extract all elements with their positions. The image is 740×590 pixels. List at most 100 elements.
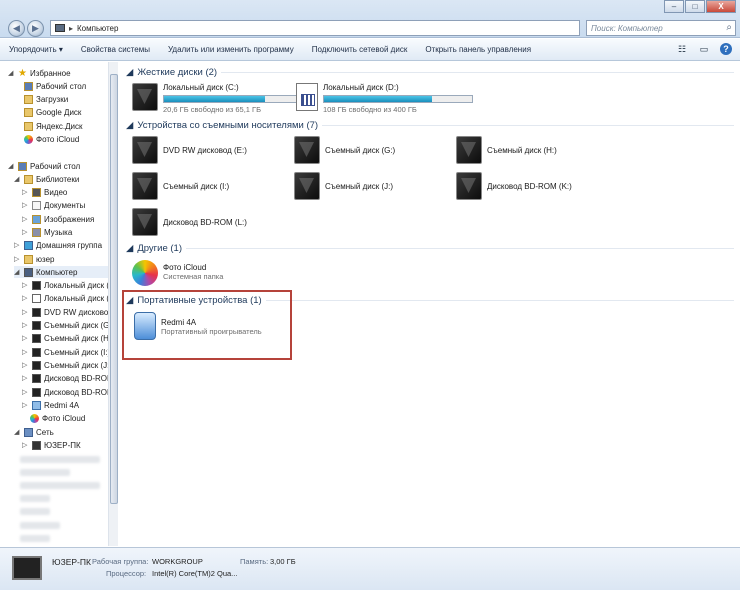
nav-dvd[interactable]: ▷ DVD RW дисковод ( [22,306,117,318]
group-header-removable[interactable]: ◢ Устройства со съемными носителями (7) [126,120,734,131]
drive-tile-bd-k[interactable]: Дисковод BD-ROM (K:) [456,172,572,200]
tile-icloud-photos[interactable]: Фото iCloud Системная папка [132,260,223,286]
nav-label: Локальный диск (D [44,293,115,303]
close-button[interactable]: X [706,0,736,13]
nav-desktop[interactable]: Рабочий стол [24,80,86,92]
collapse-icon: ◢ [126,67,134,78]
nav-downloads[interactable]: Загрузки [24,93,68,105]
video-library-icon [32,187,41,197]
expand-icon: ▷ [22,322,28,329]
tile-redmi-4a[interactable]: Redmi 4A Портативный проигрыватель [132,312,262,340]
drive-tile-c[interactable]: Локальный диск (C:) 20,6 ГБ свободно из 6… [132,83,313,114]
drive-tile-dvd[interactable]: DVD RW дисковод (E:) [132,136,247,164]
nav-drive-h[interactable]: ▷ Съемный диск (H:) [22,332,114,344]
nav-drive-i[interactable]: ▷ Съемный диск (I:) [22,346,110,358]
nav-homegroup[interactable]: ▷ Домашняя группа [14,239,102,251]
bd-rom-icon [456,172,482,200]
expand-icon: ▷ [22,442,28,449]
group-title: Жесткие диски (2) [137,67,218,78]
nav-network[interactable]: ◢ Сеть [14,426,54,438]
divider [322,125,734,126]
nav-icloud-photos[interactable]: Фото iCloud [24,133,79,145]
expand-icon: ▷ [22,362,28,369]
nav-google-drive[interactable]: Google Диск [24,106,81,118]
nav-user[interactable]: ▷ юзер [14,253,54,265]
nav-label: Локальный диск (C [44,280,115,290]
pc-icon [32,440,41,450]
bd-rom-icon [32,373,41,383]
device-name: Redmi 4A [161,318,197,327]
expand-icon: ▷ [22,349,28,356]
computer-icon [24,267,33,277]
map-network-drive-button[interactable]: Подключить сетевой диск [303,45,417,54]
nav-drive-g[interactable]: ▷ Съемный диск (G:) [22,319,114,331]
organize-button[interactable]: Упорядочить ▾ [0,45,72,54]
computer-icon [12,556,42,580]
drive-tile-h[interactable]: Съемный диск (H:) [456,136,557,164]
nav-label: Рабочий стол [30,161,81,171]
maximize-button[interactable]: □ [685,0,705,13]
nav-yandex-disk[interactable]: Яндекс.Диск [24,120,83,132]
nav-scrollbar[interactable] [108,62,118,546]
group-title: Портативные устройства (1) [137,295,262,306]
bd-rom-icon [132,208,158,236]
nav-label: Съемный диск (I:) [44,347,111,357]
minimize-button[interactable]: – [664,0,684,13]
nav-label: Съемный диск (J:) [44,360,112,370]
nav-music[interactable]: ▷ Музыка [22,226,72,238]
back-button[interactable]: ◀ [8,20,25,37]
nav-drive-d[interactable]: ▷ Локальный диск (D [22,292,115,304]
nav-documents[interactable]: ▷ Документы [22,199,85,211]
nav-video[interactable]: ▷ Видео [22,186,67,198]
network-icon [24,427,33,437]
nav-redmi[interactable]: ▷ Redmi 4A [22,399,79,411]
nav-images[interactable]: ▷ Изображения [22,213,94,225]
nav-bd-k[interactable]: ▷ Дисковод BD-ROM [22,372,114,384]
nav-label: Съемный диск (H:) [44,333,114,343]
star-icon: ★ [18,67,27,79]
open-control-panel-button[interactable]: Открыть панель управления [416,45,540,54]
drive-name: Дисковод BD-ROM (K:) [487,181,572,191]
group-header-other[interactable]: ◢ Другие (1) [126,243,734,254]
nav-drive-j[interactable]: ▷ Съемный диск (J:) [22,359,112,371]
data-drive-icon [296,83,318,111]
forward-button[interactable]: ▶ [27,20,44,37]
drive-tile-g[interactable]: Съемный диск (G:) [294,136,395,164]
divider [265,300,734,301]
nav-pc[interactable]: ▷ ЮЗЕР-ПК [22,439,81,451]
group-header-hard-disks[interactable]: ◢ Жесткие диски (2) [126,67,734,78]
nav-desktop-root[interactable]: ◢ Рабочий стол [8,160,80,172]
drive-free-space: 20,6 ГБ свободно из 65,1 ГБ [163,105,262,114]
expand-icon: ▷ [14,242,20,249]
drive-tile-j[interactable]: Съемный диск (J:) [294,172,393,200]
item-type: Системная папка [163,272,224,281]
removable-drive-icon [294,136,320,164]
help-icon[interactable]: ? [720,43,732,55]
nav-label: Google Диск [36,107,82,117]
nav-computer[interactable]: ◢ Компьютер [14,266,108,278]
nav-bd-l[interactable]: ▷ Дисковод BD-ROM [22,386,114,398]
preview-pane-icon[interactable]: ▭ [698,43,710,55]
drive-tile-bd-l[interactable]: Дисковод BD-ROM (L:) [132,208,247,236]
collapse-icon: ◢ [126,120,134,131]
collapse-icon: ◢ [126,295,134,306]
drive-name: Съемный диск (I:) [163,181,230,191]
divider [185,248,734,249]
nav-libraries[interactable]: ◢ Библиотеки [14,173,79,185]
drive-tile-i[interactable]: Съемный диск (I:) [132,172,229,200]
group-header-portable[interactable]: ◢ Портативные устройства (1) [126,295,734,306]
group-title: Устройства со съемными носителями (7) [137,120,319,131]
scrollbar-thumb[interactable] [110,74,118,504]
address-bar[interactable]: ▸ Компьютер [50,20,580,36]
expand-icon: ▷ [22,202,28,209]
nav-label: Видео [44,187,68,197]
drive-tile-d[interactable]: Локальный диск (D:) 108 ГБ свободно из 40… [296,83,473,114]
nav-favorites[interactable]: ◢ ★ Избранное [8,67,71,79]
nav-icloud[interactable]: Фото iCloud [30,412,85,424]
search-input[interactable]: Поиск: Компьютер ⌕ [586,20,736,36]
pc-name: ЮЗЕР-ПК [52,557,91,567]
uninstall-program-button[interactable]: Удалить или изменить программу [159,45,303,54]
view-options-icon[interactable]: ☷ [676,43,688,55]
system-properties-button[interactable]: Свойства системы [72,45,159,54]
nav-drive-c[interactable]: ▷ Локальный диск (C [22,279,115,291]
